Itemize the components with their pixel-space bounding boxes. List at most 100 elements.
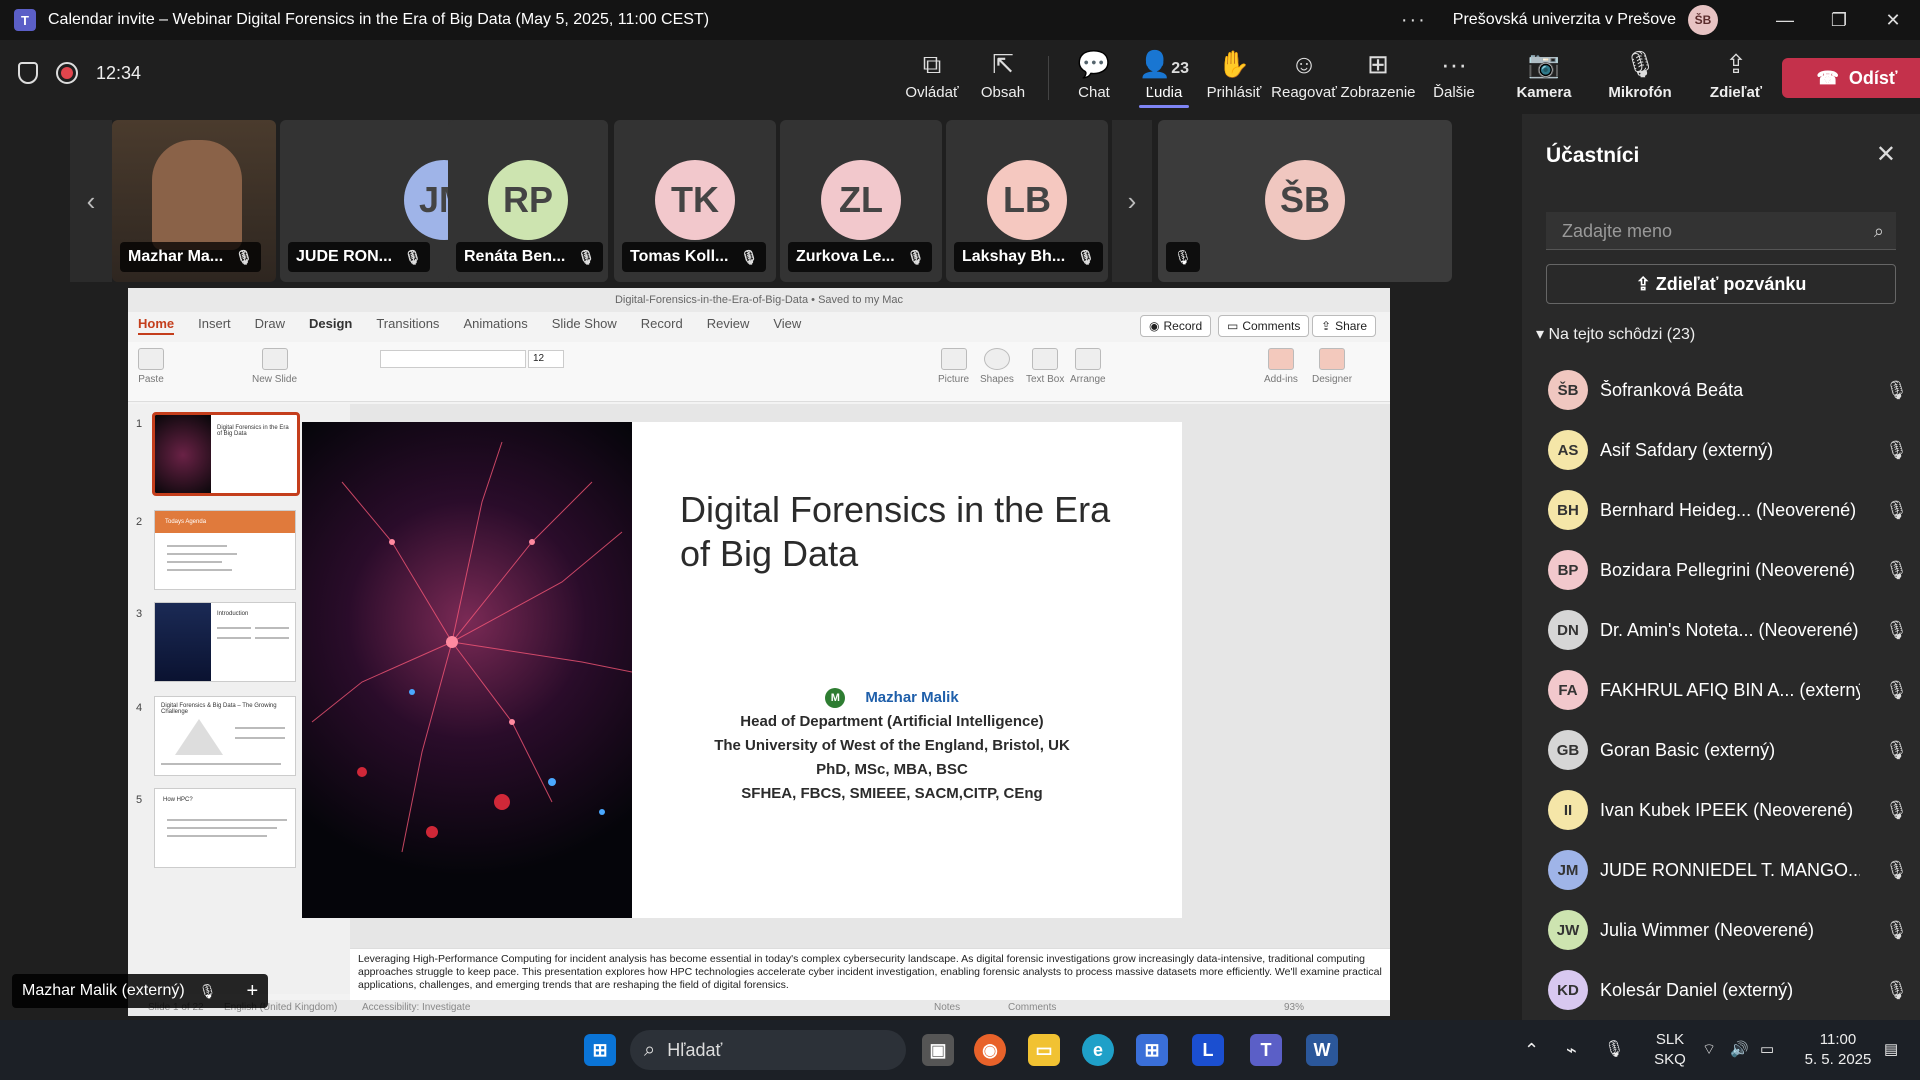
content-button[interactable]: ⇱ Obsah <box>963 48 1043 101</box>
participant-row[interactable]: BH Bernhard Heideg... (Neoverené) 🎙 <box>1548 488 1908 532</box>
accessibility-status[interactable]: Accessibility: Investigate <box>362 1000 470 1016</box>
word-icon[interactable]: W <box>1306 1034 1338 1066</box>
video-tile-mazhar[interactable]: Mazhar Ma... 🎙 <box>112 120 276 282</box>
more-options-icon[interactable]: ··· <box>1401 9 1427 32</box>
paste-button[interactable]: Paste <box>138 348 164 385</box>
tab-slideshow[interactable]: Slide Show <box>552 316 617 335</box>
app-l-icon[interactable]: L <box>1192 1034 1224 1066</box>
ppt-share-button[interactable]: ⇪ Share <box>1312 315 1377 337</box>
chevron-up-icon[interactable]: ⌃ <box>1524 1020 1539 1080</box>
picture-button[interactable]: Picture <box>938 348 969 385</box>
raise-hand-button[interactable]: ✋ Prihlásiť <box>1194 48 1274 101</box>
presenter-label: Mazhar Malik (externý) 🎙 + <box>12 974 269 1008</box>
task-view-icon[interactable]: ▣ <box>922 1034 954 1066</box>
ppt-comments-button[interactable]: ▭ Comments <box>1218 315 1310 337</box>
edge-icon[interactable]: e <box>1082 1034 1114 1066</box>
participant-name: JUDE RONNIEDEL T. MANGO... <box>1600 859 1860 880</box>
minimize-button[interactable]: — <box>1758 10 1812 31</box>
teams-icon[interactable]: T <box>1250 1034 1282 1066</box>
maximize-button[interactable]: ❐ <box>1812 10 1866 31</box>
speaker-notes[interactable]: Leveraging High-Performance Computing fo… <box>350 948 1390 1002</box>
notification-icon[interactable]: ▤ <box>1884 1020 1898 1080</box>
wifi-icon[interactable]: ⌔ <box>1702 1020 1716 1080</box>
microphone-button[interactable]: 🎙 Mikrofón <box>1600 48 1680 101</box>
camera-button[interactable]: 📷 Kamera <box>1504 48 1584 101</box>
font-name-field[interactable] <box>380 350 526 368</box>
view-button[interactable]: ⊞ Zobrazenie <box>1338 48 1418 101</box>
close-window-button[interactable]: ✕ <box>1866 10 1920 31</box>
share-invite-button[interactable]: ⇪ Zdieľať pozvánku <box>1546 264 1896 304</box>
windows-start-icon[interactable]: ⊞ <box>584 1034 616 1066</box>
self-video-tile[interactable]: ŠB 🎙 <box>1158 120 1452 282</box>
participant-row[interactable]: KD Kolesár Daniel (externý) 🎙 <box>1548 968 1908 1012</box>
slide-thumbnail-5[interactable]: How HPC? <box>154 788 296 868</box>
comments-toggle[interactable]: Comments <box>1008 1000 1056 1016</box>
new-slide-button[interactable]: New Slide <box>252 348 297 385</box>
tab-draw[interactable]: Draw <box>255 316 285 335</box>
mic-off-icon: 🎙 <box>1885 739 1908 760</box>
participant-row[interactable]: ŠB Šofranková Beáta 🎙 <box>1548 368 1908 412</box>
tab-animations[interactable]: Animations <box>463 316 527 335</box>
slide-thumbnail-3[interactable]: Introduction <box>154 602 296 682</box>
tab-design[interactable]: Design <box>309 316 352 335</box>
taskbar-search[interactable]: ⌕ Hľadať <box>630 1030 906 1070</box>
store-icon[interactable]: ⊞ <box>1136 1034 1168 1066</box>
leave-button[interactable]: ☎ Odísť <box>1782 58 1920 98</box>
slide-thumbnail-2[interactable]: Todays Agenda <box>154 510 296 590</box>
network-icon[interactable]: ⌁ <box>1566 1020 1577 1080</box>
battery-icon[interactable]: ▭ <box>1760 1020 1774 1080</box>
chat-button[interactable]: 💬 Chat <box>1054 48 1134 101</box>
video-tile-zl[interactable]: ZL Zurkova Le... 🎙 <box>780 120 942 282</box>
video-tile-lb[interactable]: LB Lakshay Bh... 🎙 <box>946 120 1108 282</box>
account-avatar[interactable]: ŠB <box>1688 5 1718 35</box>
tab-view[interactable]: View <box>773 316 801 335</box>
firefox-icon[interactable]: ◉ <box>974 1034 1006 1066</box>
control-button[interactable]: ⧉ Ovládať <box>892 48 972 101</box>
slide-thumbnail-4[interactable]: Digital Forensics & Big Data – The Growi… <box>154 696 296 776</box>
ppt-record-button[interactable]: ◉ Record <box>1140 315 1212 337</box>
participant-row[interactable]: JM JUDE RONNIEDEL T. MANGO... 🎙 <box>1548 848 1908 892</box>
input-language[interactable]: SLK SKQ <box>1650 1020 1690 1080</box>
more-button[interactable]: ··· Ďalšie <box>1414 48 1494 101</box>
participant-row[interactable]: DN Dr. Amin's Noteta... (Neoverené) 🎙 <box>1548 608 1908 652</box>
tab-review[interactable]: Review <box>707 316 750 335</box>
participant-row[interactable]: FA FAKHRUL AFIQ BIN A... (externý) 🎙 <box>1548 668 1908 712</box>
arrange-button[interactable]: Arrange <box>1070 348 1106 385</box>
video-tile-tk[interactable]: TK Tomas Koll... 🎙 <box>614 120 776 282</box>
mic-muted-icon[interactable]: 🎙 <box>1604 1020 1624 1080</box>
close-icon[interactable]: ✕ <box>1876 140 1896 169</box>
react-button[interactable]: ☺ Reagovať <box>1264 48 1344 101</box>
clock[interactable]: 11:00 5. 5. 2025 <box>1798 1020 1878 1080</box>
participant-row[interactable]: BP Bozidara Pellegrini (Neoverené) 🎙 <box>1548 548 1908 592</box>
shapes-button[interactable]: Shapes <box>980 348 1014 385</box>
tab-transitions[interactable]: Transitions <box>376 316 439 335</box>
tab-record[interactable]: Record <box>641 316 683 335</box>
add-ins-button[interactable]: Add-ins <box>1264 348 1298 385</box>
avatar: RP <box>488 160 568 240</box>
participant-row[interactable]: GB Goran Basic (externý) 🎙 <box>1548 728 1908 772</box>
file-explorer-icon[interactable]: ▭ <box>1028 1034 1060 1066</box>
participant-row[interactable]: II Ivan Kubek IPEEK (Neoverené) 🎙 <box>1548 788 1908 832</box>
participant-row[interactable]: JW Julia Wimmer (Neoverené) 🎙 <box>1548 908 1908 952</box>
phone-hangup-icon: ☎ <box>1816 67 1839 88</box>
notes-toggle[interactable]: Notes <box>934 1000 960 1016</box>
zoom-level[interactable]: 93% <box>1284 1000 1304 1016</box>
designer-button[interactable]: Designer <box>1312 348 1352 385</box>
share-icon: ⇪ <box>1725 49 1747 79</box>
tab-home[interactable]: Home <box>138 316 175 335</box>
share-button[interactable]: ⇪ Zdieľať <box>1696 48 1776 101</box>
tab-insert[interactable]: Insert <box>198 316 231 335</box>
participant-search-input[interactable]: Zadajte meno ⌕ <box>1546 212 1896 250</box>
strip-prev-button[interactable]: ‹ <box>70 120 112 282</box>
font-size-field[interactable]: 12 <box>528 350 564 368</box>
pin-icon[interactable]: + <box>246 980 258 1003</box>
text-box-button[interactable]: Text Box <box>1026 348 1064 385</box>
video-tile-rp[interactable]: RP Renáta Ben... 🎙 <box>448 120 608 282</box>
participant-row[interactable]: AS Asif Safdary (externý) 🎙 <box>1548 428 1908 472</box>
section-header[interactable]: ▾ Na tejto schôdzi (23) <box>1536 324 1695 344</box>
people-button[interactable]: 👤23 Ľudia <box>1124 48 1204 108</box>
volume-icon[interactable]: 🔊 <box>1730 1020 1749 1080</box>
strip-next-button[interactable]: › <box>1112 120 1152 282</box>
slide-thumbnail-1[interactable]: Digital Forensics in the Era of Big Data <box>152 412 300 496</box>
record-dot-icon: ◉ <box>1149 319 1160 333</box>
